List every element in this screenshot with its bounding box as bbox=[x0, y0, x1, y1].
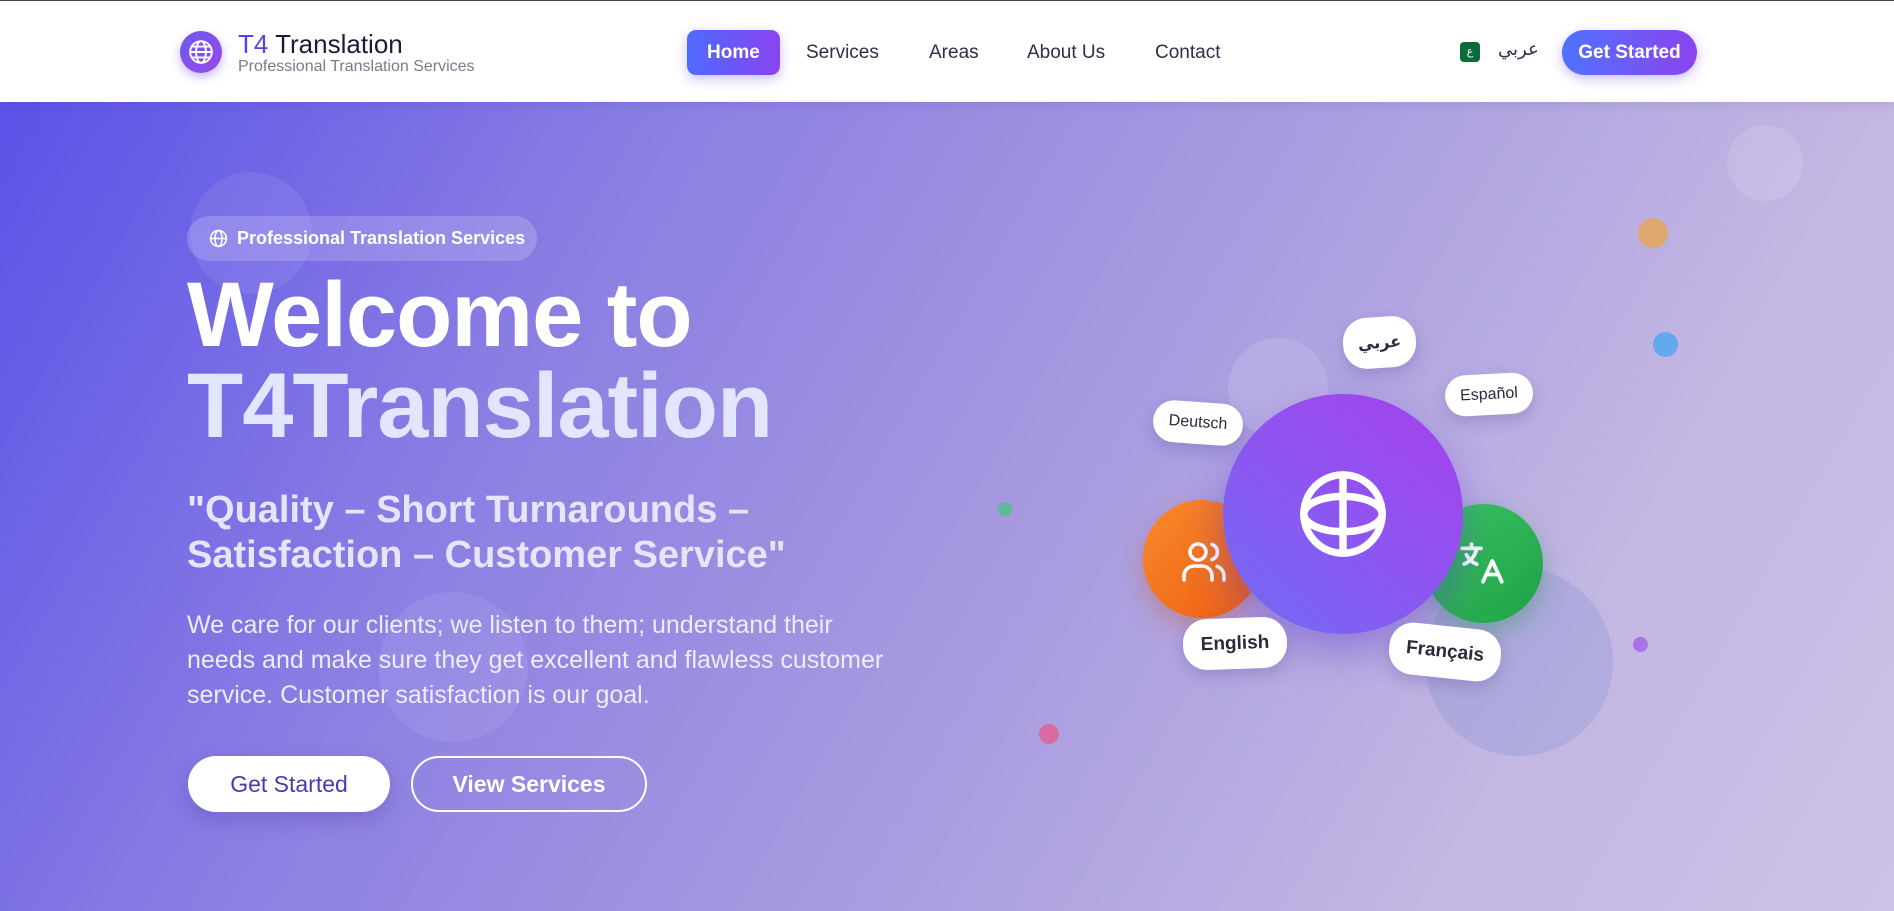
language-flag-icon[interactable]: ع bbox=[1460, 42, 1480, 62]
language-switch[interactable]: عربي bbox=[1498, 39, 1539, 60]
translate-icon bbox=[1460, 542, 1504, 584]
get-started-nav-button[interactable]: Get Started bbox=[1562, 30, 1697, 75]
brand[interactable]: T4 Translation Professional Translation … bbox=[180, 29, 480, 76]
globe-icon bbox=[1300, 471, 1386, 557]
hero-section: Professional Translation Services Welcom… bbox=[0, 102, 1894, 911]
decor-circle bbox=[1727, 125, 1803, 201]
hero-badge: Professional Translation Services bbox=[187, 216, 537, 261]
decor-dot bbox=[1653, 332, 1678, 357]
view-services-button[interactable]: View Services bbox=[411, 756, 647, 812]
hero-headline-line-1: Welcome to bbox=[187, 264, 693, 366]
globe-icon bbox=[180, 31, 222, 73]
decor-dot bbox=[1039, 724, 1059, 744]
brand-title-accent: T4 bbox=[238, 29, 269, 59]
language-chip-spanish: Español bbox=[1443, 371, 1535, 418]
get-started-button[interactable]: Get Started bbox=[188, 756, 390, 812]
brand-title-rest: Translation bbox=[268, 29, 403, 59]
nav-item-services[interactable]: Services bbox=[806, 30, 879, 75]
language-chip-english: English bbox=[1182, 616, 1288, 671]
hero-headline: Welcome to T4Translation bbox=[187, 264, 773, 457]
nav-item-areas[interactable]: Areas bbox=[929, 30, 979, 75]
hero-description: We care for our clients; we listen to th… bbox=[187, 611, 884, 709]
navbar: T4 Translation Professional Translation … bbox=[0, 0, 1894, 102]
decor-dot bbox=[998, 502, 1012, 516]
decor-dot bbox=[1633, 637, 1648, 652]
globe-icon bbox=[209, 229, 228, 248]
brand-title: T4 Translation bbox=[238, 29, 403, 60]
nav-item-contact[interactable]: Contact bbox=[1155, 30, 1220, 75]
language-chip-german: Deutsch bbox=[1151, 398, 1245, 448]
users-icon bbox=[1182, 542, 1226, 582]
nav-item-home[interactable]: Home bbox=[687, 30, 780, 75]
hero-badge-label: Professional Translation Services bbox=[237, 228, 526, 248]
nav-item-about-us[interactable]: About Us bbox=[1027, 30, 1105, 75]
brand-subtitle: Professional Translation Services bbox=[238, 58, 475, 75]
hero-tagline: "Quality – Short Turnarounds – Satisfact… bbox=[187, 489, 786, 576]
language-chip-arabic: عربي bbox=[1341, 314, 1418, 371]
decor-dot bbox=[1638, 218, 1668, 248]
globe-orb bbox=[1223, 394, 1463, 634]
hero-headline-line-2: T4Translation bbox=[187, 355, 773, 457]
